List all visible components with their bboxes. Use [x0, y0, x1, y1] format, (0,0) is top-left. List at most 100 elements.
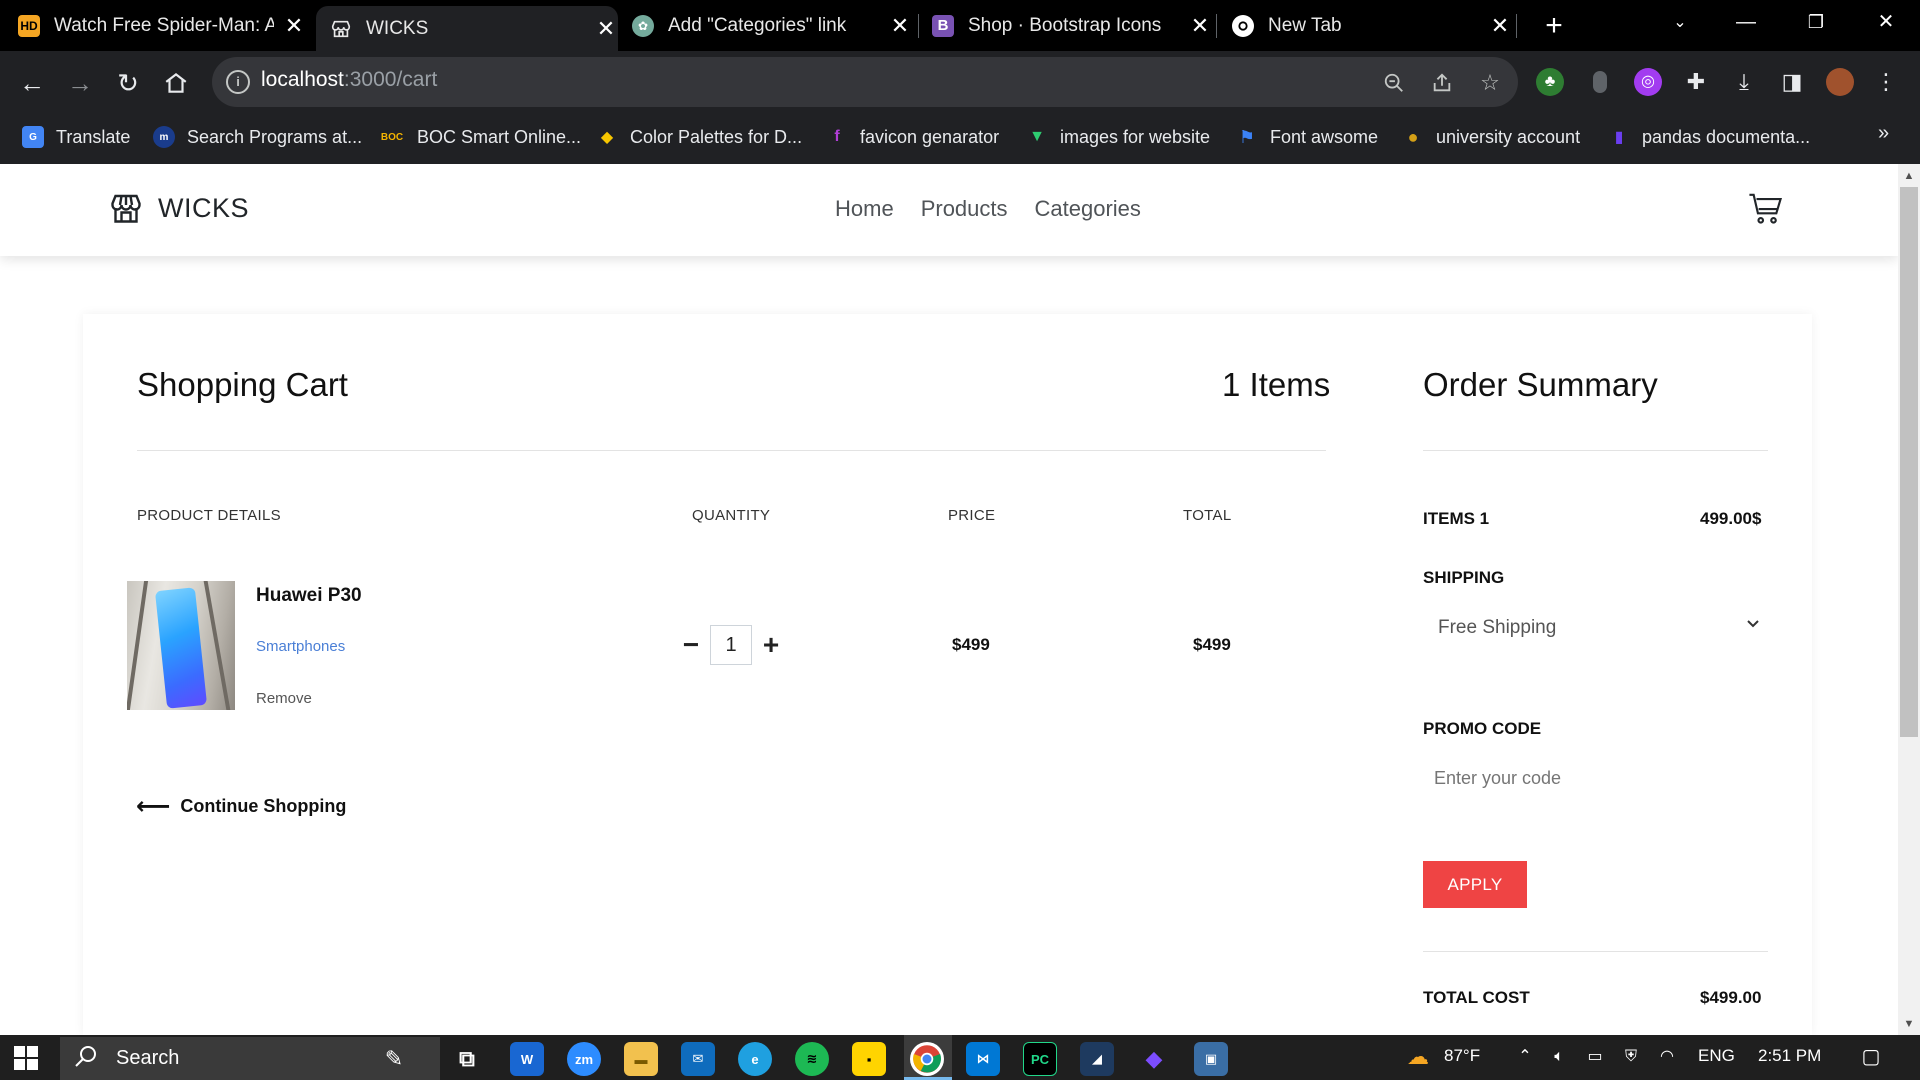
- task-view-icon[interactable]: ⧉: [450, 1042, 484, 1076]
- new-tab-button[interactable]: +: [1536, 8, 1572, 44]
- close-icon[interactable]: ✕: [282, 13, 306, 39]
- promo-code-input[interactable]: [1423, 755, 1768, 801]
- close-window-button[interactable]: ✕: [1856, 0, 1916, 45]
- mysql-workbench-icon[interactable]: ◢: [1080, 1042, 1114, 1076]
- quantity-decrease-button[interactable]: −: [680, 631, 702, 659]
- chatgpt-icon: ✿: [632, 14, 654, 37]
- close-icon[interactable]: ✕: [1488, 13, 1512, 39]
- close-icon[interactable]: ✕: [1188, 13, 1212, 39]
- weather-icon[interactable]: ☁: [1400, 1046, 1436, 1068]
- bookmark-label: BOC Smart Online...: [417, 126, 582, 147]
- defender-icon[interactable]: ⛨: [1620, 1046, 1642, 1068]
- product-name[interactable]: Huawei P30: [256, 585, 362, 607]
- weather-temp[interactable]: 87°F: [1444, 1046, 1480, 1066]
- mail-icon[interactable]: ✉: [681, 1042, 715, 1076]
- share-icon[interactable]: [1428, 69, 1456, 97]
- bookmark-university[interactable]: ● university account: [1402, 122, 1581, 152]
- side-panel-icon[interactable]: ◨: [1778, 68, 1806, 96]
- close-icon[interactable]: ✕: [888, 13, 912, 39]
- continue-shopping-link[interactable]: ⟵ Continue Shopping: [136, 792, 346, 821]
- product-category[interactable]: Smartphones: [256, 638, 345, 655]
- cart-icon[interactable]: [1748, 192, 1784, 228]
- brand-logo[interactable]: WICKS: [108, 190, 249, 226]
- forward-icon[interactable]: →: [62, 65, 98, 101]
- tab-chatgpt[interactable]: ✿ Add "Categories" link ✕: [632, 0, 912, 51]
- nav-home[interactable]: Home: [835, 196, 894, 222]
- brand-name: WICKS: [158, 192, 250, 223]
- sticky-notes-icon[interactable]: ▪: [852, 1042, 886, 1076]
- language-indicator[interactable]: ENG: [1698, 1046, 1735, 1066]
- chevron-up-icon[interactable]: ⌃: [1514, 1046, 1536, 1068]
- spotify-icon[interactable]: ≋: [795, 1042, 829, 1076]
- search-icon: [74, 1044, 98, 1074]
- bookmark-star-icon[interactable]: ☆: [1476, 69, 1504, 97]
- divider: [1423, 450, 1768, 451]
- summary-items-value: 499.00$: [1700, 509, 1762, 528]
- chrome-icon[interactable]: [910, 1042, 944, 1076]
- tab-title: Watch Free Spider-Man: A: [54, 14, 274, 36]
- obsidian-icon[interactable]: ◆: [1137, 1042, 1171, 1076]
- site-info-icon[interactable]: i: [226, 70, 250, 94]
- mouse-extension-icon[interactable]: [1593, 71, 1607, 93]
- quantity-increase-button[interactable]: +: [760, 631, 782, 659]
- home-icon[interactable]: [158, 65, 194, 101]
- minimize-button[interactable]: —: [1716, 0, 1776, 45]
- nav-products[interactable]: Products: [921, 196, 1008, 222]
- windows-start-icon[interactable]: [14, 1046, 38, 1070]
- scroll-down-arrow[interactable]: ▼: [1898, 1014, 1920, 1034]
- bookmark-search-programs[interactable]: m Search Programs at...: [153, 122, 362, 152]
- vscode-icon[interactable]: ⋈: [966, 1042, 1000, 1076]
- bookmark-translate[interactable]: G Translate: [22, 122, 130, 152]
- arrow-left-icon: ⟵: [136, 793, 171, 820]
- download-icon[interactable]: ⤓: [1730, 68, 1758, 96]
- tree-extension-icon[interactable]: ♣: [1536, 68, 1564, 96]
- file-explorer-icon[interactable]: ▬: [624, 1042, 658, 1076]
- bookmark-boc[interactable]: BOC BOC Smart Online...: [379, 122, 581, 152]
- remove-button[interactable]: Remove: [256, 690, 312, 707]
- pycharm-icon[interactable]: PC: [1023, 1042, 1057, 1076]
- bookmark-pandas[interactable]: ▮ pandas documenta...: [1608, 122, 1811, 152]
- color-picker-extension-icon[interactable]: ◎: [1634, 68, 1662, 96]
- nav-categories[interactable]: Categories: [1035, 196, 1141, 222]
- scrollbar-thumb[interactable]: [1900, 187, 1918, 737]
- apply-button[interactable]: APPLY: [1423, 861, 1527, 908]
- shipping-label: SHIPPING: [1423, 568, 1505, 587]
- battery-icon[interactable]: ▭: [1584, 1046, 1606, 1068]
- scroll-up-arrow[interactable]: ▲: [1898, 166, 1920, 186]
- wifi-icon[interactable]: ◠: [1656, 1046, 1678, 1068]
- zoom-icon[interactable]: [1380, 69, 1408, 97]
- quantity-input[interactable]: 1: [710, 625, 752, 665]
- bookmark-color-palettes[interactable]: ◆ Color Palettes for D...: [596, 122, 802, 152]
- network-app-icon[interactable]: ▣: [1194, 1042, 1228, 1076]
- site-navbar: WICKS Home Products Categories: [0, 164, 1898, 256]
- more-bookmarks-icon[interactable]: »: [1878, 122, 1889, 145]
- back-icon[interactable]: ←: [14, 65, 50, 101]
- tab-wicks[interactable]: WICKS ✕: [316, 6, 618, 51]
- volume-icon[interactable]: 🔈︎: [1548, 1046, 1570, 1068]
- bookmark-font-awesome[interactable]: ⚑ Font awsome: [1236, 122, 1378, 152]
- wps-icon[interactable]: W: [510, 1042, 544, 1076]
- address-url[interactable]: localhost:3000/cart: [261, 68, 437, 92]
- close-icon[interactable]: ✕: [594, 16, 618, 42]
- clock[interactable]: 2:51 PM: [1758, 1046, 1821, 1066]
- restore-button[interactable]: ❐: [1786, 0, 1846, 45]
- tab-bootstrap[interactable]: B Shop · Bootstrap Icons ✕: [932, 0, 1212, 51]
- shipping-select[interactable]: Free Shipping: [1423, 605, 1768, 653]
- item-total: $499: [1193, 635, 1231, 654]
- reload-icon[interactable]: ↻: [110, 65, 146, 101]
- edge-icon[interactable]: e: [738, 1042, 772, 1076]
- tab-title: Add "Categories" link: [668, 14, 847, 36]
- notifications-icon[interactable]: ▢: [1860, 1046, 1882, 1068]
- bookmark-images[interactable]: ▼ images for website: [1026, 122, 1210, 152]
- tab-newtab[interactable]: New Tab ✕: [1232, 0, 1512, 51]
- profile-avatar[interactable]: [1826, 68, 1854, 96]
- extensions-icon[interactable]: ✚: [1682, 68, 1710, 96]
- favicon-icon: f: [834, 128, 840, 145]
- tab-spiderman[interactable]: HD Watch Free Spider-Man: A ✕: [18, 0, 306, 51]
- product-image[interactable]: [127, 581, 235, 710]
- menu-icon[interactable]: ⋮: [1872, 68, 1900, 96]
- bookmark-favicon[interactable]: f favicon genarator: [826, 122, 999, 152]
- zoom-app-icon[interactable]: zm: [567, 1042, 601, 1076]
- tab-search-button[interactable]: ⌄: [1650, 0, 1710, 45]
- search-highlight-icon[interactable]: ✎: [354, 1042, 434, 1076]
